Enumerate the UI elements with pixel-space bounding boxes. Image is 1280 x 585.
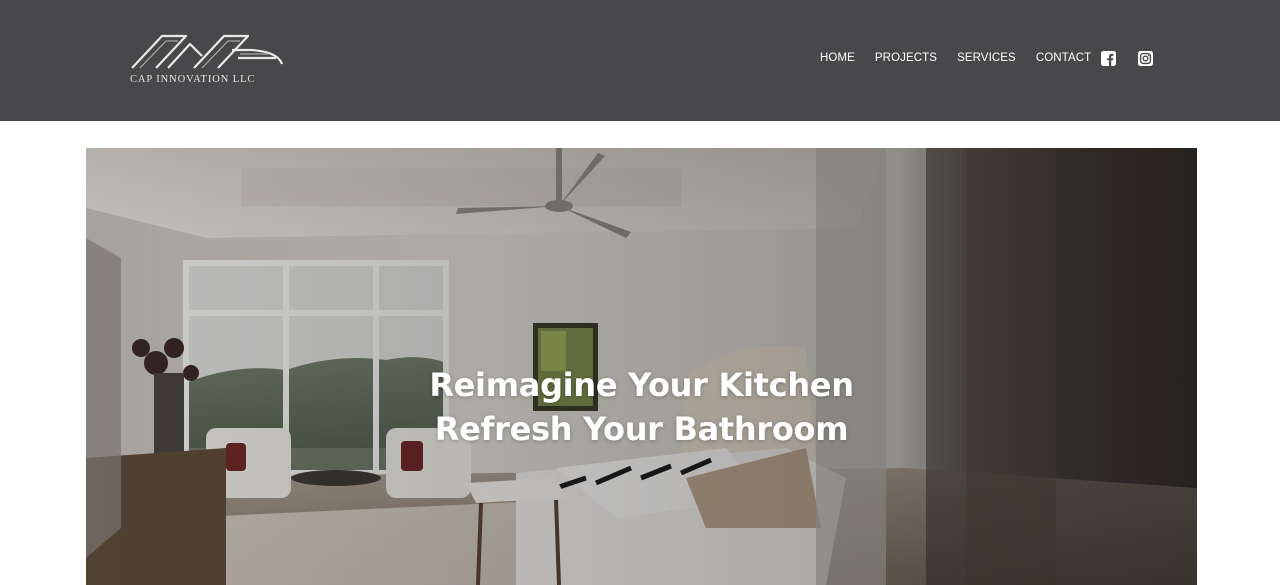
facebook-link[interactable] [1101, 51, 1116, 66]
roof-logo-icon [131, 34, 284, 69]
hero-line-2: Refresh Your Bathroom [434, 410, 849, 448]
nav-services[interactable]: SERVICES [957, 52, 1016, 64]
hero-line-1: Reimagine Your Kitchen [429, 366, 854, 404]
nav-contact[interactable]: CONTACT [1036, 52, 1091, 64]
main-nav: HOME PROJECTS SERVICES CONTACT [820, 49, 1091, 67]
nav-projects[interactable]: PROJECTS [875, 52, 937, 64]
logo[interactable]: CAP INNOVATION LLC [128, 30, 286, 88]
facebook-square-icon [1101, 51, 1116, 66]
instagram-link[interactable] [1138, 51, 1153, 66]
hero-heading: Reimagine Your Kitchen Refresh Your Bath… [86, 363, 1197, 451]
site-header: CAP INNOVATION LLC HOME PROJECTS SERVICE… [0, 0, 1280, 121]
hero-banner: Reimagine Your Kitchen Refresh Your Bath… [86, 148, 1197, 585]
nav-home[interactable]: HOME [820, 52, 855, 64]
instagram-icon [1138, 51, 1153, 66]
brand-name: CAP INNOVATION LLC [130, 74, 256, 85]
